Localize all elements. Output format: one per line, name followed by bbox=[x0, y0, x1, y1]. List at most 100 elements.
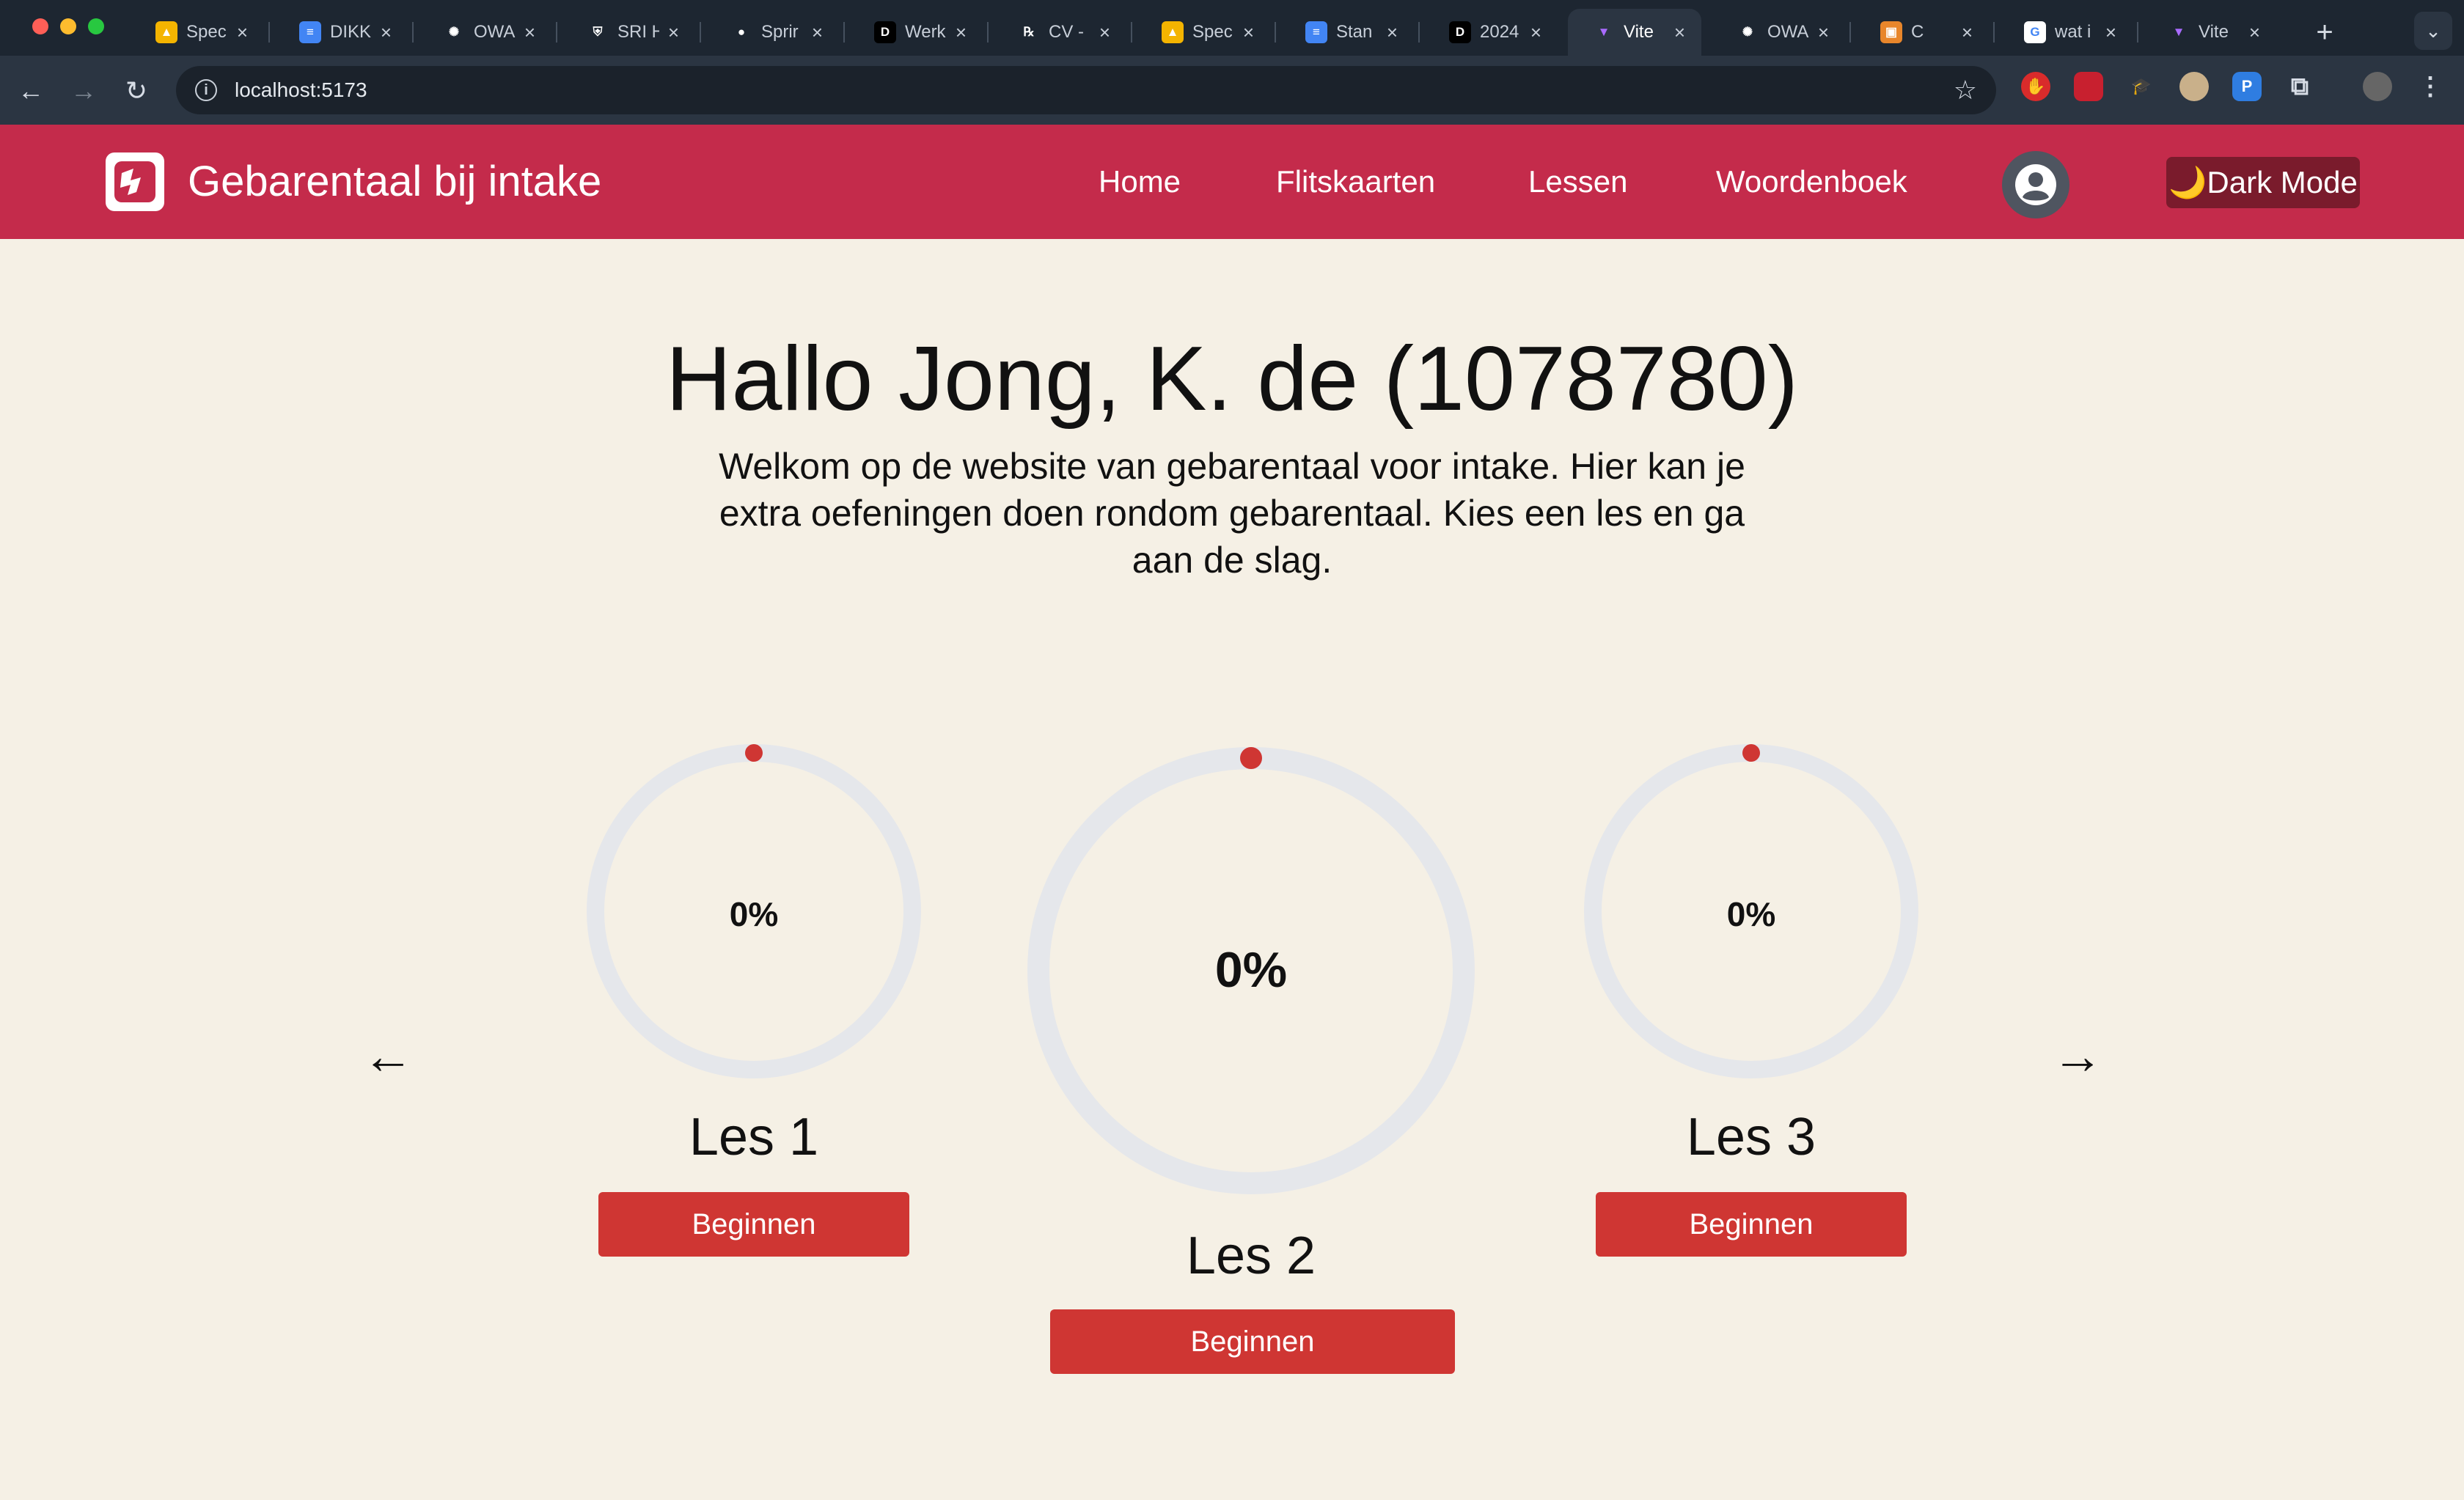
tab-close-icon[interactable]: × bbox=[524, 21, 535, 44]
carousel-prev-arrow[interactable]: ← bbox=[362, 1026, 414, 1085]
browser-tab[interactable]: Gwat i × bbox=[1999, 9, 2133, 56]
greeting-heading: Hallo Jong, K. de (1078780) bbox=[665, 328, 1799, 430]
tab-close-icon[interactable]: × bbox=[668, 21, 679, 44]
d2l-icon: D bbox=[1449, 21, 1471, 43]
raccoon-extension-icon[interactable] bbox=[2179, 72, 2209, 101]
tab-separator bbox=[700, 22, 701, 43]
lesson-progress-label: 0% bbox=[729, 895, 779, 933]
browser-tab[interactable]: D 2024 × bbox=[1424, 9, 1558, 56]
tab-separator bbox=[1418, 22, 1420, 43]
browser-tab[interactable]: ● Sprir × bbox=[705, 9, 839, 56]
tab-separator bbox=[2137, 22, 2138, 43]
tab-title: DIKK bbox=[330, 22, 372, 42]
tab-close-icon[interactable]: × bbox=[2249, 21, 2260, 44]
tab-close-icon[interactable]: × bbox=[237, 21, 248, 44]
nav-woordenboek[interactable]: Woordenboek bbox=[1716, 161, 1907, 202]
tab-title: Sprir bbox=[761, 22, 799, 42]
tab-title: Werk bbox=[905, 22, 946, 42]
tab-close-icon[interactable]: × bbox=[1674, 21, 1685, 44]
app-logo[interactable] bbox=[106, 152, 164, 211]
bookmark-star-icon[interactable]: ☆ bbox=[1954, 75, 1977, 106]
tab-title: 2024 bbox=[1480, 22, 1519, 42]
tab-close-icon[interactable]: × bbox=[381, 21, 392, 44]
google-drive-icon: ▲ bbox=[155, 21, 177, 43]
tab-close-icon[interactable]: × bbox=[956, 21, 967, 44]
google-drive-icon: ▲ bbox=[1162, 21, 1184, 43]
tab-title: Stan bbox=[1336, 22, 1373, 42]
window-minimize-button[interactable] bbox=[60, 18, 76, 34]
browser-tab[interactable]: ▲ Spec × bbox=[1137, 9, 1270, 56]
tab-close-icon[interactable]: × bbox=[1962, 21, 1973, 44]
p-extension-icon[interactable]: P bbox=[2232, 72, 2262, 101]
tab-close-icon[interactable]: × bbox=[812, 21, 823, 44]
tab-title: Spec bbox=[186, 22, 227, 42]
dark-mode-toggle[interactable]: 🌙Dark Mode bbox=[2166, 157, 2360, 208]
google-docs-icon: ≡ bbox=[299, 21, 321, 43]
browser-tab[interactable]: ℞ CV - × bbox=[993, 9, 1126, 56]
tab-title: OWA bbox=[474, 22, 516, 42]
browser-tab[interactable]: ⛨ SRI H × bbox=[562, 9, 695, 56]
lesson-title: Les 3 bbox=[1686, 1108, 1816, 1166]
tab-separator bbox=[1849, 22, 1851, 43]
tab-separator bbox=[556, 22, 557, 43]
tab-close-icon[interactable]: × bbox=[1818, 21, 1829, 44]
window-close-button[interactable] bbox=[32, 18, 48, 34]
lesson-start-button[interactable]: Beginnen bbox=[1596, 1192, 1907, 1257]
tab-separator bbox=[268, 22, 270, 43]
back-button[interactable]: ← bbox=[10, 70, 51, 111]
lesson-start-button[interactable]: Beginnen bbox=[598, 1192, 909, 1257]
extensions-puzzle-icon[interactable]: ⧉ bbox=[2285, 72, 2314, 101]
tab-search-button[interactable]: ⌄ bbox=[2414, 12, 2452, 50]
url-text[interactable]: localhost:5173 bbox=[235, 78, 1954, 102]
tab-close-icon[interactable]: × bbox=[1387, 21, 1398, 44]
browser-tab[interactable]: ✺ OWA × bbox=[418, 9, 551, 56]
google-docs-icon: ≡ bbox=[1305, 21, 1327, 43]
tab-title: Vite bbox=[2199, 22, 2229, 42]
red-cube-extension-icon[interactable] bbox=[2074, 72, 2103, 101]
intro-text: Welkom op de website van gebarentaal voo… bbox=[719, 446, 1745, 581]
nav-home[interactable]: Home bbox=[1099, 161, 1181, 202]
browser-menu-icon[interactable]: ⋮ bbox=[2416, 72, 2445, 101]
forward-button[interactable]: → bbox=[63, 70, 104, 111]
carousel-next-arrow[interactable]: → bbox=[2052, 1026, 2103, 1085]
tab-separator bbox=[987, 22, 989, 43]
lesson-title: Les 2 bbox=[1186, 1227, 1316, 1285]
lesson-start-button[interactable]: Beginnen bbox=[1050, 1309, 1455, 1374]
openai-icon: ✺ bbox=[1742, 25, 1753, 39]
nav-lessen[interactable]: Lessen bbox=[1528, 161, 1627, 202]
tab-title: wat i bbox=[2055, 22, 2091, 42]
app-title[interactable]: Gebarentaal bij intake bbox=[188, 152, 601, 211]
adblock-extension-icon[interactable]: ✋ bbox=[2021, 72, 2050, 101]
site-info-icon[interactable]: i bbox=[195, 79, 217, 101]
nav-flitskaarten[interactable]: Flitskaarten bbox=[1276, 161, 1435, 202]
browser-tab[interactable]: ▼ Vite × bbox=[2143, 9, 2276, 56]
tab-title: CV - bbox=[1049, 22, 1084, 42]
address-bar[interactable]: i localhost:5173 ☆ bbox=[176, 66, 1996, 114]
browser-profile-avatar[interactable] bbox=[2363, 72, 2392, 101]
graduation-extension-icon[interactable]: 🎓 bbox=[2127, 72, 2156, 101]
browser-tab[interactable]: ≡ Stan × bbox=[1280, 9, 1414, 56]
tab-close-icon[interactable]: × bbox=[1243, 21, 1254, 44]
tab-close-icon[interactable]: × bbox=[2105, 21, 2116, 44]
browser-tab[interactable]: D Werk × bbox=[849, 9, 983, 56]
browser-tab[interactable]: ▲ Spec × bbox=[131, 9, 264, 56]
tab-separator bbox=[412, 22, 414, 43]
profile-button[interactable] bbox=[2002, 151, 2069, 218]
tab-title: SRI H bbox=[617, 22, 659, 42]
browser-tab[interactable]: ≡ DIKK × bbox=[274, 9, 408, 56]
tab-close-icon[interactable]: × bbox=[1099, 21, 1110, 44]
browser-tab[interactable]: ▼ Vite × bbox=[1568, 9, 1701, 56]
tab-close-icon[interactable]: × bbox=[1530, 21, 1541, 44]
lesson-progress-label: 0% bbox=[1214, 942, 1288, 998]
tab-title: C bbox=[1911, 22, 1924, 42]
browser-tab[interactable]: ✺ OWA × bbox=[1712, 9, 1845, 56]
openai-icon: ✺ bbox=[448, 25, 460, 39]
window-zoom-button[interactable] bbox=[88, 18, 104, 34]
new-tab-button[interactable]: + bbox=[2303, 10, 2347, 54]
browser-tab[interactable]: ▣ C × bbox=[1855, 9, 1989, 56]
lesson-progress-label: 0% bbox=[1726, 895, 1776, 933]
d2l-icon: D bbox=[874, 21, 896, 43]
vite-icon: ▼ bbox=[2172, 25, 2185, 39]
tab-separator bbox=[843, 22, 845, 43]
reload-button[interactable]: ↻ bbox=[116, 70, 157, 111]
